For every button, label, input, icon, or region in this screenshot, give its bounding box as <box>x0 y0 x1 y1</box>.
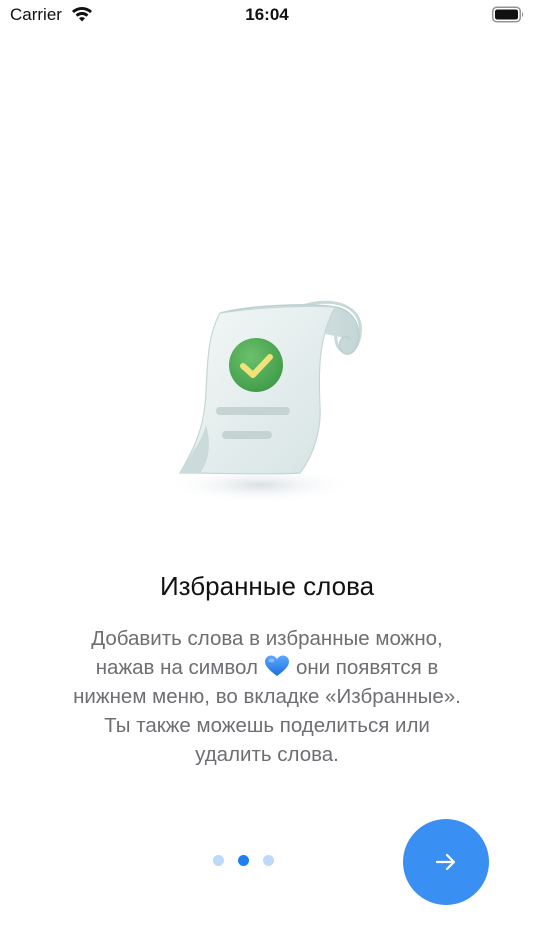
description-line: нижнем меню, во вкладке «Избранные». <box>73 685 461 708</box>
description-line: удалить слова. <box>195 743 339 766</box>
description-line: Ты также можешь поделиться или <box>104 714 430 737</box>
description-text-part: они появятся в <box>295 656 439 679</box>
next-button[interactable] <box>403 819 489 905</box>
description-line: нажав на символ они появятся в <box>40 653 494 682</box>
status-bar: Carrier 16:04 <box>0 0 534 30</box>
clock: 16:04 <box>245 5 289 24</box>
page-indicator[interactable] <box>213 855 274 867</box>
description-text-part: нажав на символ <box>95 656 258 679</box>
page-dot[interactable] <box>213 855 224 866</box>
receipt-check-icon <box>165 300 362 503</box>
description-line: Добавить слова в избранные можно, <box>91 627 443 650</box>
battery-icon <box>492 6 524 23</box>
page-title: Избранные слова <box>159 571 375 601</box>
arrow-right-icon <box>435 853 456 871</box>
description-text: Добавить слова в избранные можно, нажав … <box>40 624 494 769</box>
page-dot[interactable] <box>263 855 274 866</box>
page-dot-active[interactable] <box>238 855 249 866</box>
blue-heart-icon <box>264 655 289 676</box>
